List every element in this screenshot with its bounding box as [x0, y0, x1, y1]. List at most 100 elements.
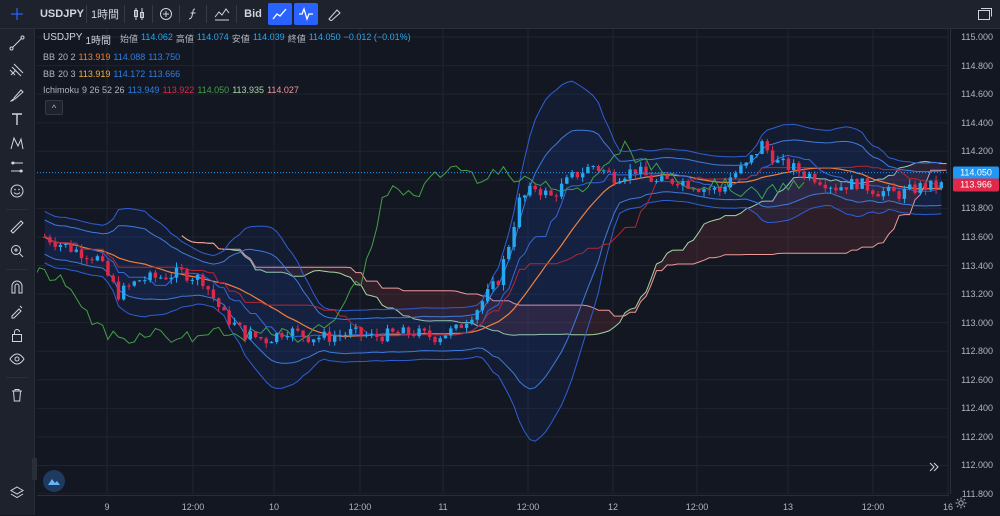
bb1-legend[interactable]: BB 20 2 113.919 114.088 113.750 — [43, 52, 180, 62]
candle-body — [217, 298, 221, 307]
candle-body — [148, 272, 152, 281]
candle-body — [100, 256, 105, 262]
candle-body — [232, 322, 237, 325]
candle-body — [549, 190, 553, 196]
candle-body — [169, 277, 173, 280]
eye-icon[interactable] — [4, 347, 30, 371]
magnet-icon[interactable] — [4, 275, 30, 299]
crosshair-icon[interactable] — [6, 3, 28, 25]
symbol-search-button[interactable]: USDJPY — [40, 3, 84, 25]
time-axis[interactable]: 9 12:00 10 12:00 11 12:00 12 12:00 13 12:00 16 — [37, 495, 953, 516]
drawing-toolbar — [0, 29, 35, 515]
ruler-icon[interactable] — [4, 215, 30, 239]
candle-body — [464, 323, 469, 328]
candle — [507, 244, 511, 261]
candle-body — [512, 227, 516, 247]
candle-body — [892, 186, 896, 192]
price-axis[interactable]: 115.000114.800114.600114.400114.200114.0… — [950, 29, 1000, 499]
candle-body — [797, 163, 801, 172]
candle-body — [770, 150, 775, 163]
legend-symbol: USDJPY — [43, 32, 83, 43]
drawing-brush-icon[interactable] — [322, 3, 346, 25]
candle-body — [380, 336, 384, 342]
stay-drawing-icon[interactable] — [4, 299, 30, 323]
candle-body — [850, 179, 854, 190]
compare-add-icon[interactable] — [155, 3, 177, 25]
toolbar-separator — [6, 269, 28, 270]
candle-body — [691, 188, 696, 190]
bb2-name: BB — [43, 69, 56, 79]
candle-body — [391, 328, 395, 332]
scroll-to-realtime-icon[interactable] — [924, 457, 944, 477]
trash-icon[interactable] — [4, 383, 30, 407]
ichimoku-span-a: 113.935 — [232, 85, 265, 95]
candle-body — [53, 242, 57, 247]
interval-button[interactable]: 1時間 — [89, 3, 121, 25]
open-value: 114.062 — [141, 32, 173, 42]
text-tool-icon[interactable] — [4, 107, 30, 131]
zoom-in-icon[interactable] — [4, 239, 30, 263]
layers-icon[interactable] — [4, 481, 30, 505]
candle-body — [507, 247, 511, 260]
high-label: 高値 — [175, 34, 194, 44]
candle-body — [749, 155, 754, 163]
indicators-fx-icon[interactable] — [182, 3, 204, 25]
chart-pane[interactable]: USDJPY 1時間 始値 114.062 高値 114.074 安値 114.… — [37, 29, 949, 494]
candle — [517, 193, 522, 229]
lock-icon[interactable] — [4, 323, 30, 347]
pitchfork-tool-icon[interactable] — [4, 57, 30, 81]
ichimoku-legend[interactable]: Ichimoku 9 26 52 26 113.949 113.922 114.… — [43, 85, 299, 95]
toolbar-separator — [236, 5, 237, 23]
candle-body — [670, 178, 674, 184]
candle-body — [792, 163, 796, 170]
candle-body — [338, 335, 342, 337]
legend-collapse-button[interactable]: ^ — [45, 100, 63, 115]
candle-body — [902, 189, 907, 199]
candle-body — [222, 307, 226, 311]
bb1-upper: 114.088 — [113, 52, 146, 62]
measure-tool-icon[interactable] — [4, 155, 30, 179]
time-axis-label: 12:00 — [348, 502, 372, 512]
candle-body — [264, 338, 268, 344]
low-label: 安値 — [231, 34, 250, 44]
candle-body — [412, 334, 416, 337]
candle-body — [401, 327, 405, 334]
emoji-icon[interactable] — [4, 179, 30, 203]
price-axis-label: 113.600 — [961, 231, 993, 242]
trend-line-active-icon[interactable] — [268, 3, 292, 25]
bb2-upper: 114.172 — [113, 69, 146, 79]
candle-body — [454, 324, 458, 329]
candle-body — [865, 178, 870, 191]
candle-body — [718, 188, 722, 192]
candle-body — [813, 173, 817, 183]
candle-body — [739, 165, 743, 174]
bb2-legend[interactable]: BB 20 3 113.919 114.172 113.666 — [43, 69, 180, 79]
candle-body — [243, 325, 247, 340]
candle-body — [733, 173, 738, 178]
candle-body — [496, 281, 500, 286]
financials-icon[interactable] — [210, 3, 234, 25]
pattern-tool-icon[interactable] — [4, 131, 30, 155]
brush-tool-icon[interactable] — [4, 83, 30, 107]
ichimoku-name: Ichimoku — [43, 85, 80, 95]
candle-body — [517, 197, 522, 227]
candle-body — [248, 331, 252, 340]
candle-body — [522, 195, 527, 198]
price-type-button[interactable]: Bid — [240, 3, 266, 25]
candle-body — [116, 281, 121, 300]
candle-body — [280, 333, 284, 338]
candle-style-icon[interactable] — [128, 3, 150, 25]
candle-body — [106, 261, 110, 276]
layout-window-icon[interactable] — [974, 3, 996, 25]
oscillator-active-icon[interactable] — [294, 3, 318, 25]
trendline-tool-icon[interactable] — [4, 31, 30, 55]
candle-body — [79, 249, 84, 259]
candle-body — [939, 182, 943, 189]
candle-body — [602, 170, 606, 172]
settings-gear-icon[interactable] — [955, 497, 971, 513]
time-axis-label: 12 — [607, 502, 619, 512]
candle-body — [238, 322, 242, 326]
candle — [443, 335, 448, 339]
bb2-mid: 113.919 — [78, 69, 111, 79]
price-axis-label: 112.200 — [961, 431, 993, 442]
